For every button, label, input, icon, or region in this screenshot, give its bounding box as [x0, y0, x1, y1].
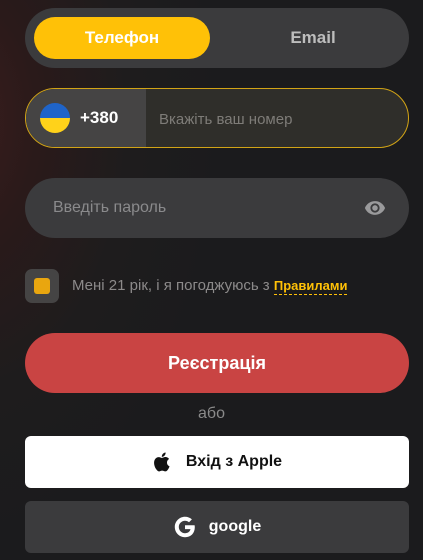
- country-code: +380: [80, 108, 119, 127]
- phone-field: +380: [25, 88, 409, 148]
- agreement-text: Мені 21 рік, і я погоджуюсь з Правилами: [72, 277, 348, 295]
- agreement-label: Мені 21 рік, і я погоджуюсь з: [72, 277, 274, 294]
- tab-email[interactable]: Email: [225, 17, 401, 59]
- apple-signin-button[interactable]: Вхід з Apple: [25, 436, 409, 488]
- country-code-selector[interactable]: +380: [26, 89, 146, 147]
- password-field: [25, 178, 409, 238]
- password-input[interactable]: [25, 178, 345, 238]
- google-signin-button[interactable]: google: [25, 501, 409, 553]
- apple-signin-label: Вхід з Apple: [185, 453, 283, 470]
- ukraine-flag-icon: [40, 103, 70, 133]
- tab-phone[interactable]: Телефон: [34, 17, 210, 59]
- checkbox-mark: [34, 278, 50, 294]
- login-method-toggle: Телефон Email: [25, 8, 409, 68]
- phone-input[interactable]: [146, 89, 408, 147]
- google-icon: [174, 516, 195, 538]
- eye-icon[interactable]: [363, 197, 387, 219]
- rules-link[interactable]: Правилами: [273, 278, 348, 295]
- google-signin-label: google: [208, 518, 262, 535]
- apple-icon: [153, 452, 170, 472]
- register-button[interactable]: Реєстрація: [25, 333, 409, 393]
- age-agreement-checkbox[interactable]: [25, 269, 59, 303]
- or-divider: або: [198, 405, 225, 422]
